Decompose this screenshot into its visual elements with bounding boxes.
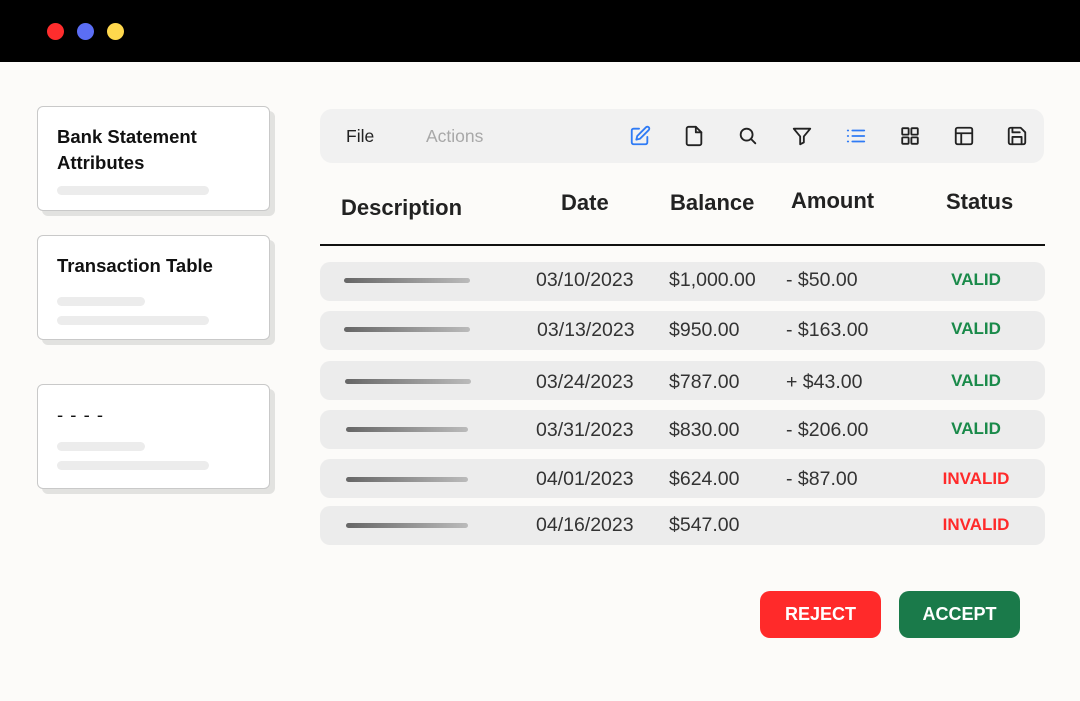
sidebar-card-empty[interactable]: - - - - <box>37 384 275 494</box>
maximize-window-button[interactable] <box>107 23 124 40</box>
search-icon[interactable] <box>737 125 759 147</box>
cell-amount: + $43.00 <box>786 371 863 393</box>
card-title: Transaction Table <box>57 255 213 276</box>
placeholder-line <box>57 461 209 470</box>
description-placeholder <box>344 327 470 332</box>
sidebar-card-bank-statement[interactable]: Bank Statement Attributes <box>37 106 275 216</box>
column-header-balance[interactable]: Balance <box>670 190 754 216</box>
layout-icon[interactable] <box>953 125 975 147</box>
card-body: Bank Statement Attributes <box>37 106 270 211</box>
filter-icon[interactable] <box>791 125 813 147</box>
edit-icon[interactable] <box>629 125 651 147</box>
status-badge: VALID <box>951 419 1001 438</box>
cell-date: 03/10/2023 <box>536 269 634 291</box>
cell-balance: $787.00 <box>669 371 740 393</box>
sidebar-card-transaction-table[interactable]: Transaction Table <box>37 235 275 345</box>
table-row[interactable]: 04/16/2023 $547.00 INVALID <box>320 506 1045 545</box>
placeholder-line <box>57 442 145 451</box>
cell-date: 03/13/2023 <box>537 319 635 341</box>
minimize-window-button[interactable] <box>77 23 94 40</box>
description-placeholder <box>345 379 471 384</box>
column-header-description[interactable]: Description <box>341 195 462 221</box>
toolbar: File Actions <box>320 109 1044 163</box>
cell-amount: - $87.00 <box>786 468 858 490</box>
grid-view-icon[interactable] <box>899 125 921 147</box>
description-placeholder <box>344 278 470 283</box>
placeholder-line <box>57 297 145 306</box>
menu-file[interactable]: File <box>346 126 374 147</box>
status-badge: VALID <box>951 371 1001 390</box>
status-badge: VALID <box>951 319 1001 338</box>
cell-balance: $547.00 <box>669 514 740 536</box>
card-title: - - - - <box>57 404 105 425</box>
status-badge: INVALID <box>942 469 1010 488</box>
cell-balance: $624.00 <box>669 468 740 490</box>
menu-actions[interactable]: Actions <box>426 126 483 147</box>
cell-balance: $830.00 <box>669 419 740 441</box>
close-window-button[interactable] <box>47 23 64 40</box>
column-header-status[interactable]: Status <box>946 189 1013 215</box>
cell-date: 04/01/2023 <box>536 468 634 490</box>
list-view-icon[interactable] <box>845 125 867 147</box>
table-row[interactable]: 03/31/2023 $830.00 - $206.00 VALID <box>320 410 1045 449</box>
description-placeholder <box>346 427 468 432</box>
cell-amount: - $50.00 <box>786 269 858 291</box>
cell-amount: - $163.00 <box>786 319 869 341</box>
file-icon[interactable] <box>683 125 705 147</box>
cell-date: 04/16/2023 <box>536 514 634 536</box>
table-row[interactable]: 04/01/2023 $624.00 - $87.00 INVALID <box>320 459 1045 498</box>
window-titlebar <box>0 0 1080 62</box>
placeholder-line <box>57 316 209 325</box>
column-header-amount[interactable]: Amount <box>791 188 874 214</box>
description-placeholder <box>346 477 468 482</box>
description-placeholder <box>346 523 468 528</box>
table-row[interactable]: 03/13/2023 $950.00 - $163.00 VALID <box>320 311 1045 350</box>
cell-date: 03/24/2023 <box>536 371 634 393</box>
cell-balance: $950.00 <box>669 319 740 341</box>
placeholder-line <box>57 186 209 195</box>
cell-date: 03/31/2023 <box>536 419 634 441</box>
table-row[interactable]: 03/24/2023 $787.00 + $43.00 VALID <box>320 361 1045 400</box>
card-title: Bank Statement Attributes <box>57 126 197 173</box>
header-divider <box>320 244 1045 246</box>
cell-balance: $1,000.00 <box>669 269 756 291</box>
cell-amount: - $206.00 <box>786 419 869 441</box>
table-row[interactable]: 03/10/2023 $1,000.00 - $50.00 VALID <box>320 262 1045 301</box>
save-icon[interactable] <box>1006 125 1028 147</box>
accept-button[interactable]: ACCEPT <box>899 591 1020 638</box>
card-body: - - - - <box>37 384 270 489</box>
reject-button[interactable]: REJECT <box>760 591 881 638</box>
status-badge: VALID <box>951 270 1001 289</box>
card-body: Transaction Table <box>37 235 270 340</box>
column-header-date[interactable]: Date <box>561 190 609 216</box>
status-badge: INVALID <box>942 515 1010 534</box>
